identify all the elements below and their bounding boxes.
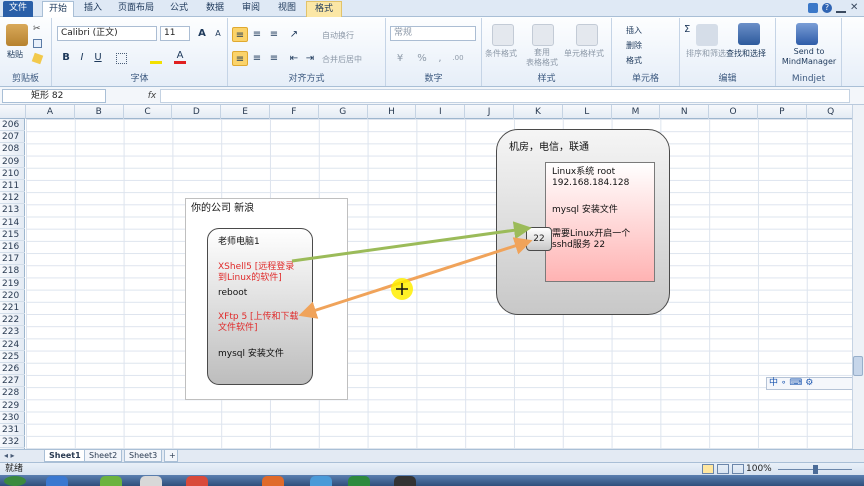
arrows-layer: [291, 221, 533, 319]
taskbar-excel-icon[interactable]: [348, 476, 370, 486]
taskbar-app-icon[interactable]: [140, 476, 162, 486]
status-ready: 就绪: [5, 464, 24, 474]
status-bar: 就绪 100%: [0, 462, 864, 475]
zoom-slider-thumb[interactable]: [813, 465, 818, 474]
vertical-scrollbar[interactable]: [852, 105, 864, 450]
ime-toolbar[interactable]: 中 ∘ ⌨ ⚙: [766, 377, 864, 390]
taskbar-app-icon[interactable]: [186, 476, 208, 486]
sheet-tab-3[interactable]: Sheet3: [124, 450, 163, 462]
zoom-level: 100%: [746, 464, 772, 474]
sheet-tab-2[interactable]: Sheet2: [84, 450, 123, 462]
page-layout-icon[interactable]: [717, 464, 729, 474]
insert-sheet-icon[interactable]: +: [164, 450, 178, 462]
page-break-icon[interactable]: [732, 464, 744, 474]
vertical-scroll-thumb[interactable]: [853, 356, 863, 376]
sheet-tab-bar: ◂ ▸ Sheet1 Sheet2 Sheet3 +: [0, 449, 864, 462]
taskbar-app-icon[interactable]: [262, 476, 284, 486]
taskbar-app-icon[interactable]: [100, 476, 122, 486]
windows-taskbar: [0, 475, 864, 486]
normal-view-icon[interactable]: [702, 464, 714, 474]
taskbar-app-icon[interactable]: [310, 476, 332, 486]
xshell-connection-arrow[interactable]: [291, 221, 532, 263]
taskbar-app-icon[interactable]: [394, 476, 416, 486]
taskbar-ie-icon[interactable]: [46, 476, 68, 486]
start-icon[interactable]: [4, 476, 26, 486]
sheet-tab-1[interactable]: Sheet1: [44, 450, 86, 462]
sheet-nav-icon[interactable]: ◂ ▸: [4, 451, 15, 460]
